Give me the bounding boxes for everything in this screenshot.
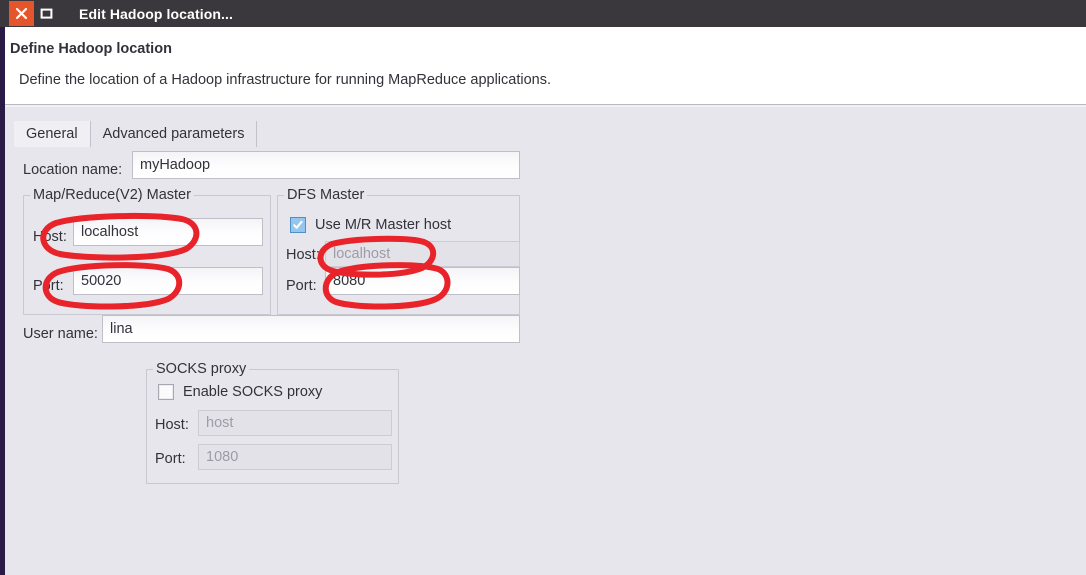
dialog-header: Define Hadoop location Define the locati… [5, 27, 1086, 104]
socks-host-input: host [198, 410, 392, 436]
maximize-icon [40, 8, 53, 19]
dialog-body: General Advanced parameters Location nam… [5, 107, 1086, 575]
checkmark-icon [293, 220, 303, 229]
use-mr-master-host-row[interactable]: Use M/R Master host [290, 217, 451, 233]
mr-host-input[interactable]: localhost [73, 218, 263, 246]
mr-port-label: Port: [33, 278, 64, 294]
socks-port-input: 1080 [198, 444, 392, 470]
dfs-port-label: Port: [286, 278, 317, 294]
socks-proxy-group-title: SOCKS proxy [153, 361, 250, 377]
maximize-button[interactable] [34, 1, 59, 26]
use-mr-master-host-label: Use M/R Master host [315, 217, 452, 233]
close-icon [15, 7, 28, 20]
window-left-accent-strip [0, 27, 5, 575]
page-description: Define the location of a Hadoop infrastr… [19, 72, 551, 88]
dfs-host-label: Host: [286, 247, 320, 263]
enable-socks-proxy-checkbox[interactable] [158, 384, 174, 400]
dfs-host-input: localhost [325, 241, 520, 267]
tab-advanced-parameters[interactable]: Advanced parameters [91, 121, 258, 147]
mapreduce-master-group: Map/Reduce(V2) Master [23, 187, 271, 315]
user-name-label: User name: [23, 326, 98, 342]
dfs-master-group-title: DFS Master [284, 187, 368, 203]
use-mr-master-host-checkbox[interactable] [290, 217, 306, 233]
location-name-label: Location name: [23, 162, 123, 178]
enable-socks-proxy-label: Enable SOCKS proxy [183, 384, 323, 400]
window-title: Edit Hadoop location... [79, 5, 233, 22]
socks-port-label: Port: [155, 451, 186, 467]
tab-general[interactable]: General [14, 121, 91, 147]
location-name-input[interactable]: myHadoop [132, 151, 520, 179]
mr-port-input[interactable]: 50020 [73, 267, 263, 295]
mr-host-label: Host: [33, 229, 67, 245]
window-titlebar: Edit Hadoop location... [0, 0, 1086, 27]
dfs-port-input[interactable]: 8080 [325, 267, 520, 295]
tab-bar: General Advanced parameters [14, 121, 258, 147]
enable-socks-proxy-row[interactable]: Enable SOCKS proxy [158, 384, 322, 400]
close-button[interactable] [9, 1, 34, 26]
socks-host-label: Host: [155, 417, 189, 433]
mapreduce-master-group-title: Map/Reduce(V2) Master [30, 187, 194, 203]
page-title: Define Hadoop location [10, 41, 172, 57]
user-name-input[interactable]: lina [102, 315, 520, 343]
